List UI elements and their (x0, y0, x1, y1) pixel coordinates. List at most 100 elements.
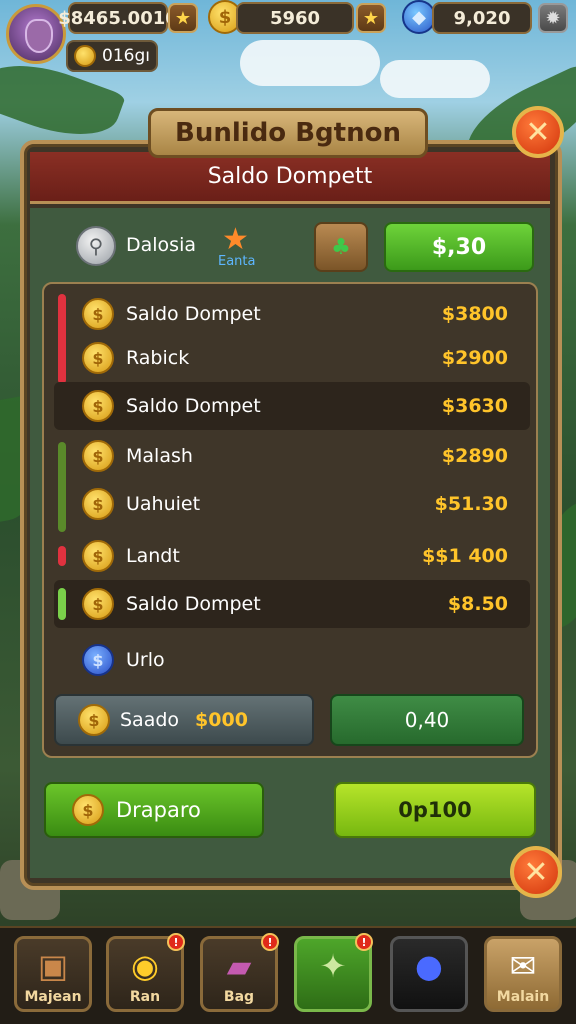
draparo-button[interactable]: $ Draparo (44, 782, 264, 838)
close-icon: ✕ (523, 854, 549, 890)
top-summary-row: ⚲ Dalosia ★ Eanta ♣ $,30 (76, 222, 536, 278)
notification-badge: ! (167, 933, 185, 951)
list-item[interactable]: $ Malash $2890 (54, 432, 530, 532)
coin-icon: $ (82, 440, 114, 472)
bag-icon: ▰ (226, 947, 252, 985)
add-currency-button[interactable]: ★ (168, 3, 198, 33)
sub-coins-value: 016gı (102, 46, 150, 66)
nav-item-ran[interactable]: ◉ Ran ! (106, 933, 185, 1012)
list-item-label: Urlo (126, 649, 165, 671)
coin-icon: $ (72, 794, 104, 826)
gems-display: 9,020 (432, 2, 532, 34)
nav-item-map[interactable]: ✦ ! (294, 933, 373, 1012)
panel-title-plate: Bunlido Bgtnon (148, 108, 428, 158)
confirm-label: 0p100 (398, 798, 472, 822)
status-marker (58, 588, 66, 620)
player-avatar[interactable] (6, 4, 66, 64)
main-currency-display: $8465.0010 (58, 2, 178, 34)
coin-icon: $ (82, 540, 114, 572)
status-marker (58, 546, 66, 566)
list-item-label: Landt (126, 545, 180, 567)
list-item[interactable]: $ Saldo Dompet $3630 (54, 382, 530, 430)
star-caption: Eanta (218, 254, 256, 269)
list-item-label: Saldo Dompet (126, 395, 261, 417)
panel-subtitle: Saldo Dompett (207, 164, 373, 189)
scroll-icon: ✉ (509, 947, 537, 985)
coin-icon: $ (82, 298, 114, 330)
coins-value: 5960 (269, 7, 321, 29)
coin-icon (74, 45, 96, 67)
map-icon: ✦ (319, 947, 347, 985)
coin-icon: $ (82, 588, 114, 620)
list-item[interactable]: $ Landt $$1 400 (54, 532, 530, 580)
treasure-chest-button[interactable]: ♣ (314, 222, 368, 272)
list-item-amount: $8.50 (447, 593, 508, 615)
top-hud: $8465.0010 ★ $ 5960 ★ ◆ 9,020 ✹ 016gı (0, 0, 576, 80)
panel-title: Bunlido Bgtnon (175, 118, 401, 148)
list-item-amount: $$1 400 (422, 545, 508, 567)
notification-badge: ! (261, 933, 279, 951)
nav-label: Malain (496, 989, 550, 1005)
price-button[interactable]: $,30 (384, 222, 534, 272)
list-item[interactable]: $ Urlo (54, 636, 530, 684)
price-button-label: $,30 (431, 234, 487, 260)
coin-icon: $ (82, 342, 114, 374)
list-item-label: Saldo Dompet (126, 303, 261, 325)
sub-coins-display: 016gı (66, 40, 158, 72)
nav-item-bag[interactable]: ▰ Bag ! (200, 933, 279, 1012)
notification-badge: ! (355, 933, 373, 951)
list-item[interactable]: $ Saldo Dompet $8.50 (54, 580, 530, 628)
list-item-amount: $3800 (441, 303, 508, 325)
star-icon: ★ (362, 7, 380, 29)
list-item[interactable]: $ Saldo Dompet $3800 (54, 290, 530, 384)
close-icon: ✕ (525, 114, 551, 150)
nav-label: Ran (129, 989, 161, 1005)
list-item-label: Malash (126, 445, 193, 467)
saldo-button[interactable]: $ Saado $000 (54, 694, 314, 746)
add-coins-button[interactable]: ★ (356, 3, 386, 33)
bottom-nav: ▣ Majean ◉ Ran ! ▰ Bag ! ✦ ! ● ✉ Malain (0, 926, 576, 1024)
nav-item-gems[interactable]: ● (390, 936, 468, 1012)
gem-icon: ◆ (402, 0, 436, 34)
coins-display: 5960 (236, 2, 354, 34)
list-item-amount: $3630 (441, 395, 508, 417)
list-item-amount: $2900 (441, 347, 508, 369)
nav-item-malain[interactable]: ✉ Malain (484, 936, 562, 1012)
gem-icon: ● (415, 947, 443, 985)
list-item-label: Saldo Dompet (126, 593, 261, 615)
nav-item-majean[interactable]: ▣ Majean (14, 936, 92, 1012)
time-button[interactable]: 0,40 (330, 694, 524, 746)
list-item-amount: $2890 (441, 445, 508, 467)
star-icon: ★ (222, 222, 249, 257)
nav-label: Majean (24, 989, 82, 1005)
list-item-label: Uahuiet (126, 493, 201, 515)
list-item-amount: $51.30 (434, 493, 508, 515)
coin-icon: $ (78, 704, 110, 736)
coin-icon: $ (82, 390, 114, 422)
panel-header: Saldo Dompett (30, 152, 550, 204)
coins-icon: ◉ (131, 947, 159, 985)
time-button-label: 0,40 (404, 708, 450, 732)
saldo-amount: $000 (195, 709, 248, 731)
chest-icon: ▣ (37, 947, 69, 985)
gear-icon: ✹ (545, 7, 561, 29)
main-currency-value: $8465.0010 (58, 7, 178, 29)
list-item[interactable]: $ Uahuiet $51.30 (54, 480, 530, 528)
chest-icon: ♣ (331, 234, 351, 260)
top-row-label: Dalosia (126, 234, 196, 256)
saldo-label: Saado (120, 709, 180, 731)
blue-coin-icon: $ (82, 644, 114, 676)
nav-label: Bag (223, 989, 255, 1005)
star-icon: ★ (174, 7, 192, 29)
close-button-bottom[interactable]: ✕ (510, 846, 562, 898)
coin-icon: $ (82, 488, 114, 520)
draparo-label: Draparo (116, 798, 201, 822)
gems-value: 9,020 (453, 7, 511, 29)
list-item[interactable]: $ Rabick $2900 (54, 334, 530, 382)
silver-coin-icon: ⚲ (76, 226, 116, 266)
transaction-list: $ Saldo Dompet $3800 $ Rabick $2900 $ Sa… (42, 282, 538, 758)
confirm-button[interactable]: 0p100 (334, 782, 536, 838)
close-button[interactable]: ✕ (512, 106, 564, 158)
list-item-label: Rabick (126, 347, 190, 369)
settings-button[interactable]: ✹ (538, 3, 568, 33)
